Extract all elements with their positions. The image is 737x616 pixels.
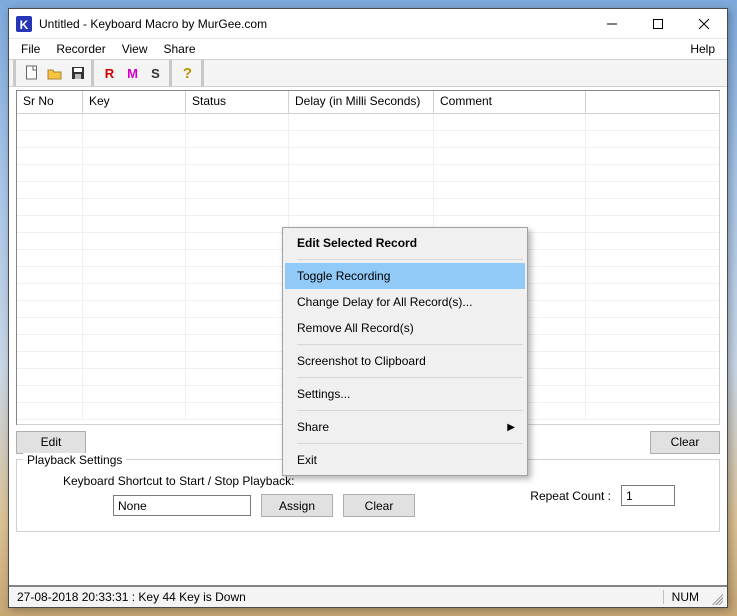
- ctx-settings[interactable]: Settings...: [285, 381, 525, 407]
- window-buttons: [589, 9, 727, 38]
- table-row[interactable]: [17, 199, 719, 216]
- minimize-button[interactable]: [589, 9, 635, 38]
- table-row[interactable]: [17, 131, 719, 148]
- close-button[interactable]: [681, 9, 727, 38]
- ctx-separator: [297, 410, 523, 411]
- save-icon[interactable]: [66, 62, 89, 84]
- menu-recorder[interactable]: Recorder: [48, 40, 113, 58]
- table-row[interactable]: [17, 182, 719, 199]
- ctx-share[interactable]: Share ▶: [285, 414, 525, 440]
- toolbar-group-rms: R M S: [91, 60, 169, 86]
- ctx-separator: [297, 259, 523, 260]
- help-icon[interactable]: ?: [176, 62, 199, 84]
- menu-help[interactable]: Help: [682, 40, 723, 58]
- clear-button[interactable]: Clear: [650, 431, 720, 454]
- toolbar-m-button[interactable]: M: [121, 62, 144, 84]
- col-delay[interactable]: Delay (in Milli Seconds): [289, 91, 434, 114]
- open-icon[interactable]: [43, 62, 66, 84]
- ctx-separator: [297, 377, 523, 378]
- toolbar-r-button[interactable]: R: [98, 62, 121, 84]
- new-icon[interactable]: [20, 62, 43, 84]
- chevron-right-icon: ▶: [507, 422, 515, 433]
- app-icon: K: [15, 15, 33, 33]
- repeat-count-input[interactable]: [621, 485, 675, 506]
- col-key[interactable]: Key: [83, 91, 186, 114]
- ctx-edit-selected[interactable]: Edit Selected Record: [285, 230, 525, 256]
- status-text: 27-08-2018 20:33:31 : Key 44 Key is Down: [13, 590, 250, 604]
- shortcut-label: Keyboard Shortcut to Start / Stop Playba…: [27, 474, 415, 488]
- titlebar: K Untitled - Keyboard Macro by MurGee.co…: [9, 9, 727, 39]
- statusbar: 27-08-2018 20:33:31 : Key 44 Key is Down…: [9, 585, 727, 607]
- menu-view[interactable]: View: [114, 40, 156, 58]
- menubar: File Recorder View Share Help: [9, 39, 727, 59]
- col-spacer: [586, 91, 720, 114]
- table-row[interactable]: [17, 114, 719, 131]
- ctx-exit[interactable]: Exit: [285, 447, 525, 473]
- table-row[interactable]: [17, 165, 719, 182]
- edit-button[interactable]: Edit: [16, 431, 86, 454]
- playback-legend: Playback Settings: [23, 453, 126, 467]
- repeat-count-label: Repeat Count :: [530, 489, 611, 503]
- window-title: Untitled - Keyboard Macro by MurGee.com: [39, 17, 589, 31]
- context-menu: Edit Selected Record Toggle Recording Ch…: [282, 227, 528, 476]
- ctx-share-label: Share: [297, 420, 329, 434]
- ctx-separator: [297, 443, 523, 444]
- shortcut-input[interactable]: [113, 495, 251, 516]
- maximize-button[interactable]: [635, 9, 681, 38]
- ctx-separator: [297, 344, 523, 345]
- menu-file[interactable]: File: [13, 40, 48, 58]
- assign-button[interactable]: Assign: [261, 494, 333, 517]
- col-comment[interactable]: Comment: [434, 91, 586, 114]
- ctx-remove-all[interactable]: Remove All Record(s): [285, 315, 525, 341]
- toolbar-group-file: [13, 60, 91, 86]
- resize-grip-icon[interactable]: [707, 589, 723, 605]
- menu-share[interactable]: Share: [156, 40, 204, 58]
- clear-shortcut-button[interactable]: Clear: [343, 494, 415, 517]
- toolbar-group-help: ?: [169, 60, 201, 86]
- status-num: NUM: [663, 590, 707, 604]
- col-srno[interactable]: Sr No: [17, 91, 83, 114]
- ctx-toggle-recording[interactable]: Toggle Recording: [285, 263, 525, 289]
- ctx-change-delay[interactable]: Change Delay for All Record(s)...: [285, 289, 525, 315]
- ctx-screenshot[interactable]: Screenshot to Clipboard: [285, 348, 525, 374]
- table-row[interactable]: [17, 148, 719, 165]
- col-status[interactable]: Status: [186, 91, 289, 114]
- toolbar-separator: [201, 60, 210, 86]
- grid-header: Sr No Key Status Delay (in Milli Seconds…: [17, 91, 720, 114]
- svg-text:K: K: [20, 18, 29, 32]
- app-window: K Untitled - Keyboard Macro by MurGee.co…: [8, 8, 728, 608]
- toolbar: R M S ?: [9, 59, 727, 87]
- toolbar-s-button[interactable]: S: [144, 62, 167, 84]
